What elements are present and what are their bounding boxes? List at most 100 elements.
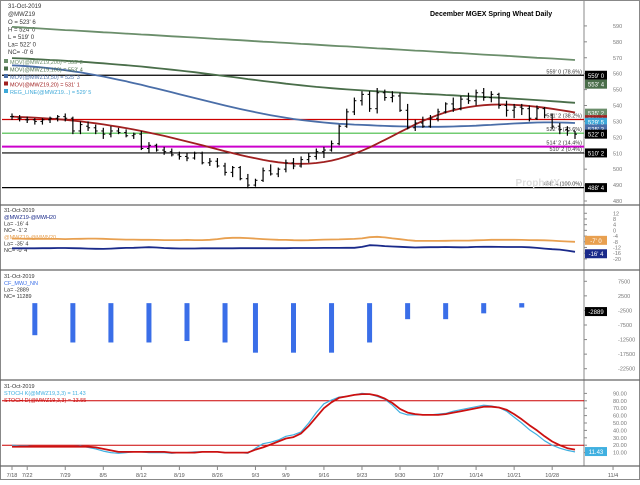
cot-ytick-label-6: 7500 bbox=[618, 279, 630, 285]
price-header-4: NC= -0' 6 bbox=[8, 50, 34, 56]
legend-ma50-swatch bbox=[4, 74, 8, 78]
stoch-ytick-label-3: 40.00 bbox=[613, 428, 627, 434]
legend-ma200: MOV(@MWZ19,200) = 535' 2 bbox=[10, 60, 83, 66]
cot-bar-12 bbox=[481, 303, 487, 314]
cot-ytick-label-3: -7500 bbox=[618, 323, 632, 329]
legend-ma100-swatch bbox=[4, 66, 8, 71]
xtick-label-12: 10/7 bbox=[433, 473, 444, 479]
xtick-label-10: 9/23 bbox=[357, 473, 368, 479]
spread-date: 31-Oct-2019 bbox=[4, 208, 35, 214]
stoch-ytick-label-0: 10.00 bbox=[613, 451, 627, 457]
spread-header2-1: La= -35' 4 bbox=[4, 242, 28, 248]
cot-bar-7 bbox=[291, 303, 296, 353]
xtick-label-3: 8/5 bbox=[99, 473, 107, 479]
stoch-ytick-label-4: 50.00 bbox=[613, 421, 627, 427]
legend-regline: REG_LINE(@MWZ19...) = 529' 5 bbox=[10, 90, 91, 96]
ma-line-1 bbox=[11, 57, 576, 104]
cot-bar-9 bbox=[367, 303, 373, 343]
price-axis-box-7: 510' 2 bbox=[588, 151, 605, 157]
cot-ytick-label-0: -22500 bbox=[618, 367, 635, 373]
price-axis-box-0: 559' 0 bbox=[588, 74, 605, 80]
price-ytick-label-4: 520 bbox=[613, 135, 622, 141]
stoch-ytick-label-2: 30.00 bbox=[613, 436, 627, 442]
stoch-ytick-label-7: 80.00 bbox=[613, 399, 627, 405]
legend-ma200-swatch bbox=[4, 59, 8, 63]
price-ytick-label-1: 490 bbox=[613, 183, 622, 189]
ma-line-2 bbox=[11, 64, 576, 128]
price-level-label-4: 510' 2 (0.4%) bbox=[549, 147, 582, 153]
spread-ytick-label-7: 8 bbox=[613, 217, 616, 223]
cot-bar-2 bbox=[108, 303, 114, 343]
price-axis-box-6: 522' 0 bbox=[588, 133, 605, 139]
spread-line-0 bbox=[12, 244, 576, 253]
spread-ytick-label-0: -20 bbox=[613, 257, 621, 263]
xtick-label-8: 9/9 bbox=[282, 473, 290, 479]
price-ytick-label-9: 570 bbox=[613, 56, 622, 62]
price-ytick-label-5: 530 bbox=[613, 119, 622, 125]
xtick-label-14: 10/21 bbox=[507, 473, 521, 479]
price-header-3: La= 522' 0 bbox=[8, 43, 37, 49]
legend-ma20-swatch bbox=[4, 81, 8, 86]
chart-canvas: 31-Oct-2019@MWZ19O = 523' 6H = 524' 0L =… bbox=[0, 0, 640, 480]
cot-header-2: NC= 11289 bbox=[4, 294, 32, 300]
cot-axis-box-0: -2889 bbox=[588, 310, 604, 316]
price-ytick-label-3: 510 bbox=[613, 151, 622, 157]
xtick-label-7: 9/3 bbox=[252, 473, 260, 479]
stoch-ytick-label-1: 20.00 bbox=[613, 443, 627, 449]
price-ytick-label-7: 550 bbox=[613, 88, 622, 94]
stoch-header-0: STOCH K(@MWZ19,3,3) = 11.43 bbox=[4, 391, 86, 397]
xtick-label-1: 7/22 bbox=[22, 473, 33, 479]
xtick-label-0: 7/18 bbox=[7, 473, 18, 479]
xtick-label-11: 9/30 bbox=[395, 473, 406, 479]
ma-line-0 bbox=[11, 26, 576, 61]
xtick-label-16: 11/4 bbox=[608, 473, 618, 479]
price-ytick-label-6: 540 bbox=[613, 104, 622, 110]
stoch-line-1 bbox=[12, 393, 576, 454]
stoch-ytick-label-8: 90.00 bbox=[613, 391, 627, 397]
stoch-line-0 bbox=[11, 392, 576, 454]
price-axis-box-1: 553' 4 bbox=[588, 83, 605, 89]
price-header-2: L = 519' 0 bbox=[8, 35, 35, 41]
price-title: December MGEX Spring Wheat Daily bbox=[430, 11, 552, 18]
cot-header-1: La= -2889 bbox=[4, 288, 29, 294]
spread-ytick-label-5: 0 bbox=[613, 228, 616, 234]
price-ytick-label-10: 580 bbox=[613, 40, 622, 46]
spread-ytick-label-4: -4 bbox=[613, 234, 618, 240]
cot-bar-11 bbox=[443, 303, 449, 320]
xtick-label-6: 8/26 bbox=[212, 473, 223, 479]
ma-line-3 bbox=[11, 103, 576, 165]
cot-ytick-label-4: -2500 bbox=[618, 308, 632, 314]
price-ytick-label-2: 500 bbox=[613, 167, 622, 173]
stoch-axis-box-0: 11.43 bbox=[589, 450, 604, 456]
spread-ytick-label-3: -8 bbox=[613, 240, 618, 246]
xtick-label-15: 10/28 bbox=[545, 473, 559, 479]
spread-ytick-label-2: -12 bbox=[613, 245, 621, 251]
cot-bar-1 bbox=[70, 303, 76, 343]
cot-ytick-label-1: -17500 bbox=[618, 352, 635, 358]
price-ytick-label-11: 590 bbox=[613, 24, 622, 30]
chart-root: 31-Oct-2019 @MWZ19 O = 523' 6H = 524' 0L =… bbox=[0, 0, 640, 480]
price-ytick-label-8: 560 bbox=[613, 72, 622, 78]
watermark: ProphetX bbox=[516, 178, 561, 189]
spread-ytick-label-6: 4 bbox=[613, 223, 616, 229]
cot-bar-0 bbox=[32, 303, 38, 336]
cot-header-0: CF_MWJ_NN bbox=[4, 281, 38, 287]
price-ytick-label-0: 480 bbox=[613, 199, 622, 205]
price-level-label-0: 559' 0 (78.6%) bbox=[546, 69, 582, 75]
price-symbol: @MWZ19 bbox=[8, 12, 36, 18]
legend-ma100: MOV(@MWZ19,100) = 553' 4 bbox=[10, 68, 83, 74]
cot-date: 31-Oct-2019 bbox=[4, 274, 35, 280]
stoch-ytick-label-6: 70.00 bbox=[613, 406, 627, 412]
price-axis-box-8: 488' 4 bbox=[588, 186, 605, 192]
price-level-label-3: 514' 2 (14.4%) bbox=[546, 141, 582, 147]
spread-axis-box-1: -16' 4 bbox=[589, 252, 604, 258]
spread-ytick-label-1: -16 bbox=[613, 251, 621, 257]
price-date: 31-Oct-2019 bbox=[8, 4, 42, 10]
cot-bar-13 bbox=[519, 303, 525, 308]
cot-ytick-label-5: 2500 bbox=[618, 294, 630, 300]
legend-ma20: MOV(@MWZ19,20) = 531' 1 bbox=[10, 83, 80, 89]
spread-header-0: @MWZ19-@MWH20 bbox=[4, 215, 56, 221]
spread-axis-box-0: -7' 0 bbox=[590, 239, 602, 245]
cot-bar-10 bbox=[405, 303, 411, 320]
xtick-label-5: 8/19 bbox=[174, 473, 185, 479]
